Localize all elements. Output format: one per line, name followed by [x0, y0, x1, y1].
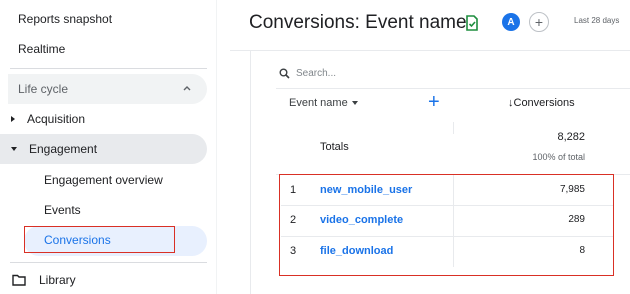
- divider: [453, 122, 454, 134]
- sidebar-item-realtime[interactable]: Realtime: [0, 34, 65, 64]
- column-header-label: Event name: [289, 97, 348, 109]
- sidebar-item-events[interactable]: Events: [44, 196, 81, 224]
- folder-icon: [12, 274, 26, 286]
- totals-value: 8,282: [557, 131, 585, 143]
- divider: [216, 0, 217, 294]
- sidebar-item-engagement-overview[interactable]: Engagement overview: [44, 166, 163, 194]
- avatar[interactable]: A: [502, 13, 520, 31]
- add-dimension-button[interactable]: +: [428, 92, 440, 112]
- search-icon: [279, 68, 290, 79]
- sidebar-item-conversions[interactable]: Conversions: [44, 226, 111, 254]
- sidebar-item-acquisition[interactable]: Acquisition: [0, 104, 85, 134]
- sidebar-item-label: Acquisition: [27, 112, 86, 126]
- sidebar-item-reports-snapshot[interactable]: Reports snapshot: [0, 4, 112, 34]
- sidebar-item-library[interactable]: Library: [12, 268, 76, 292]
- chevron-up-icon: [183, 86, 191, 91]
- caret-right-icon: [11, 116, 15, 122]
- annotation-box: [279, 174, 614, 276]
- divider: [10, 262, 207, 263]
- sidebar-item-engagement[interactable]: Engagement: [0, 134, 97, 164]
- totals-label: Totals: [320, 141, 349, 153]
- page-title: Conversions: Event name: [249, 12, 467, 33]
- column-header-conversions[interactable]: ↓Conversions: [508, 97, 575, 109]
- sidebar-item-label: Realtime: [18, 42, 66, 56]
- divider: [10, 68, 207, 69]
- search-input[interactable]: [296, 64, 496, 82]
- sidebar-item-label: Reports snapshot: [18, 12, 113, 26]
- report-check-icon[interactable]: [465, 15, 479, 31]
- sidebar-item-label: Engagement overview: [44, 173, 163, 187]
- caret-down-icon: [11, 147, 17, 151]
- sidebar-item-label: Conversions: [44, 233, 111, 247]
- sidebar-section-lifecycle[interactable]: Life cycle: [8, 74, 207, 104]
- sidebar-item-label: Library: [39, 273, 76, 287]
- sidebar-item-label: Events: [44, 203, 81, 217]
- date-range-label[interactable]: Last 28 days: [574, 16, 619, 25]
- divider: [276, 88, 630, 89]
- sidebar-section-label: Life cycle: [18, 82, 69, 96]
- totals-percent: 100% of total: [532, 152, 585, 162]
- sidebar: Reports snapshot Realtime Life cycle Acq…: [0, 0, 216, 294]
- column-header-event-name[interactable]: Event name: [289, 97, 358, 109]
- add-comparison-button[interactable]: +: [529, 12, 549, 32]
- dropdown-arrow-icon: [351, 101, 358, 105]
- sidebar-item-label: Engagement: [29, 142, 98, 156]
